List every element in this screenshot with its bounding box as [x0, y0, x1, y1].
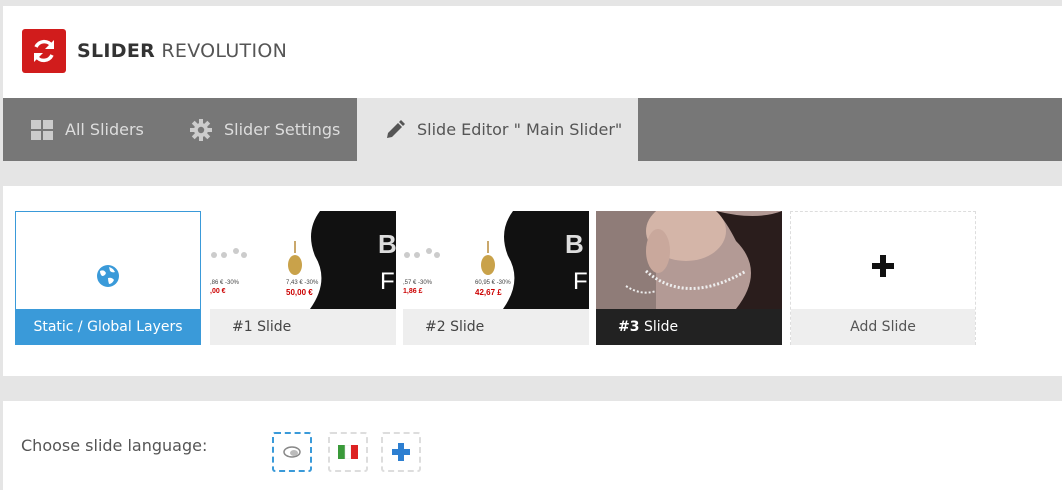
language-option-default[interactable]	[272, 432, 312, 472]
thumb-text: F	[380, 268, 395, 295]
model-necklace-thumbnail-image	[596, 211, 782, 309]
tab-slide-editor[interactable]: Slide Editor " Main Slider"	[357, 98, 638, 161]
thumb-text: 1,86 £	[403, 288, 423, 295]
brand-name-light: REVOLUTION	[161, 40, 288, 62]
thumb-text: 50,00 €	[286, 288, 313, 297]
thumb-text: B	[565, 229, 584, 259]
tab-label: Slider Settings	[224, 120, 341, 139]
brand-name-bold: SLIDER	[77, 40, 156, 62]
slide-number: #2	[425, 319, 446, 335]
add-slide-button[interactable]: Add Slide	[790, 211, 976, 345]
add-slide-label: Add Slide	[791, 309, 975, 345]
slide-2[interactable]: B F ,57 € -30% 60,95 € -30% 1,86 £ 42,67…	[403, 211, 589, 345]
slide-1[interactable]: B F ,86 € -30% 7,43 € -30% ,00 € 50,00 €…	[210, 211, 396, 345]
jewelry-thumbnail-image: B F ,57 € -30% 60,95 € -30% 1,86 £ 42,67…	[403, 211, 589, 309]
language-option-italian[interactable]	[328, 432, 368, 472]
plus-icon	[872, 255, 894, 277]
slide-thumbnail	[16, 212, 200, 309]
slide-label: #1 Slide	[210, 309, 396, 345]
add-slide-area	[791, 212, 975, 309]
slide-title: Slide	[643, 319, 679, 335]
gear-icon	[190, 118, 212, 141]
default-language-icon	[283, 446, 301, 458]
language-label: Choose slide language:	[21, 436, 208, 455]
slide-thumbnail: B F ,57 € -30% 60,95 € -30% 1,86 £ 42,67…	[403, 211, 589, 309]
tab-label: All Sliders	[65, 120, 144, 139]
slide-label: #2 Slide	[403, 309, 589, 345]
main-tabbar: All Sliders Slider Settings Slide Editor…	[3, 98, 1062, 161]
slides-panel: Static / Global Layers B F ,86 € -30% 7,…	[3, 186, 1062, 376]
tab-slider-settings[interactable]: Slider Settings	[190, 98, 340, 161]
logo[interactable]	[22, 29, 66, 73]
thumb-text: ,86 € -30%	[210, 280, 240, 286]
thumb-text: F	[573, 268, 588, 295]
thumb-text: ,57 € -30%	[403, 280, 433, 286]
slide-thumbnail: B F ,86 € -30% 7,43 € -30% ,00 € 50,00 €	[210, 211, 396, 309]
add-language-icon	[392, 443, 410, 461]
language-panel: Choose slide language:	[3, 401, 1062, 490]
tab-label: Slide Editor " Main Slider"	[417, 120, 623, 139]
thumb-text: 60,95 € -30%	[475, 280, 511, 286]
thumb-text: ,00 €	[210, 288, 226, 295]
slide-title: Slide	[257, 319, 292, 335]
thumb-text: 7,43 € -30%	[286, 280, 319, 286]
slide-label: #3 Slide	[596, 309, 782, 345]
tab-all-sliders[interactable]: All Sliders	[31, 98, 144, 161]
slide-title: Slide	[450, 319, 485, 335]
thumb-text: B	[378, 229, 396, 259]
globe-icon	[97, 265, 119, 287]
add-language-button[interactable]	[381, 432, 421, 472]
refresh-logo-icon	[34, 39, 54, 63]
slide-label: Static / Global Layers	[16, 309, 200, 345]
thumb-text: 42,67 £	[475, 288, 502, 297]
static-layers-slide[interactable]: Static / Global Layers	[15, 211, 201, 345]
slide-number: #3	[618, 319, 640, 335]
italy-flag-icon	[338, 445, 358, 459]
jewelry-thumbnail-image: B F ,86 € -30% 7,43 € -30% ,00 € 50,00 €	[210, 211, 396, 309]
slide-number: #1	[232, 319, 253, 335]
header: SLIDER REVOLUTION	[3, 6, 1062, 98]
grid-icon	[31, 119, 53, 140]
pencil-icon	[385, 119, 405, 140]
slide-3[interactable]: #3 Slide	[596, 211, 782, 345]
slide-thumbnail	[596, 211, 782, 309]
brand-title: SLIDER REVOLUTION	[77, 40, 287, 62]
